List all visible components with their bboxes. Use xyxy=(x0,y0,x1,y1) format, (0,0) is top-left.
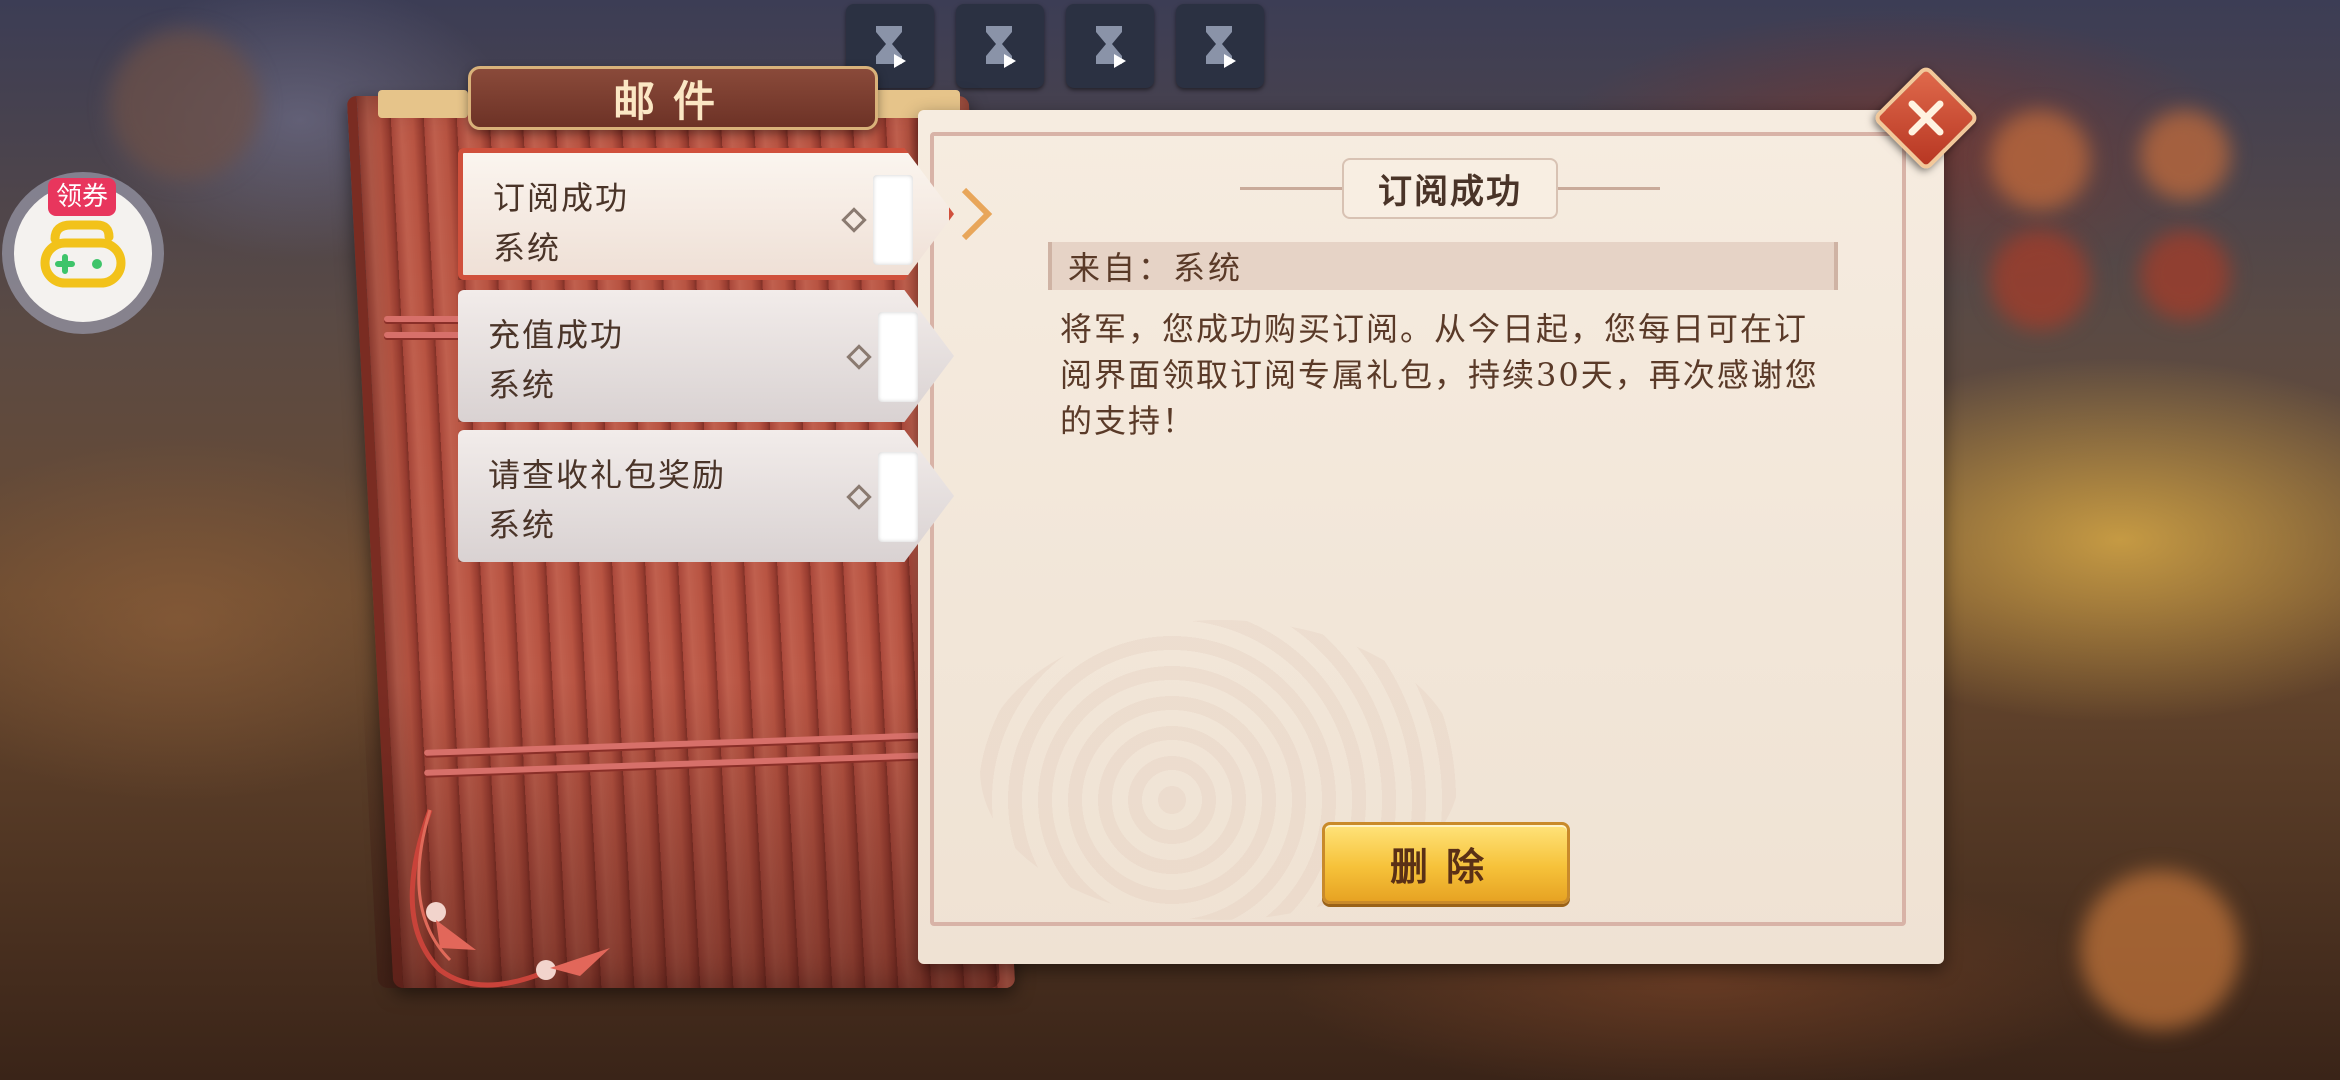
mail-item-title: 订阅成功 xyxy=(493,179,630,217)
title-banner-wing-left xyxy=(378,90,468,118)
background-blob xyxy=(1990,230,2090,330)
hourglass-play-icon xyxy=(1206,26,1236,68)
hourglass-play-icon xyxy=(986,26,1016,68)
gamepad-icon xyxy=(40,220,126,288)
mail-item[interactable]: 请查收礼包奖励 系统 xyxy=(458,430,954,562)
title-divider-left xyxy=(1240,187,1350,190)
window-title-banner: 邮件 xyxy=(468,66,878,130)
sender-bar: 来自：系统 xyxy=(1048,242,1838,290)
background-blob xyxy=(110,30,260,180)
background-blob xyxy=(1990,110,2090,210)
mail-item-title: 请查收礼包奖励 xyxy=(488,456,727,494)
hourglass-play-icon xyxy=(876,26,906,68)
hourglass-slot-4[interactable] xyxy=(1176,4,1264,88)
selected-arrow-icon xyxy=(961,187,993,241)
background-blob xyxy=(2140,110,2230,200)
mail-item-sender: 系统 xyxy=(493,229,562,267)
mail-item-sender: 系统 xyxy=(488,506,557,544)
mail-item-title: 充值成功 xyxy=(488,316,625,354)
mail-item-tab xyxy=(873,175,913,265)
knot-icon xyxy=(846,344,872,370)
coupon-tag-badge: 领券 xyxy=(48,178,117,216)
title-divider-right xyxy=(1550,187,1660,190)
scroll-tassel xyxy=(409,809,610,988)
mail-item-sender: 系统 xyxy=(488,366,557,404)
mail-item-tab xyxy=(878,312,918,402)
hourglass-slot-2[interactable] xyxy=(956,4,1044,88)
window-title: 邮件 xyxy=(612,76,733,126)
background-blob xyxy=(2080,870,2240,1030)
hourglass-slot-3[interactable] xyxy=(1066,4,1154,88)
mail-item-selected[interactable]: 订阅成功 系统 xyxy=(458,148,954,280)
knot-icon xyxy=(841,207,867,233)
sender-label: 来自：系统 xyxy=(1068,249,1244,287)
delete-button[interactable]: 删除 xyxy=(1322,822,1570,904)
mail-body-text: 将军，您成功购买订阅。从今日起，您每日可在订阅界面领取订阅专属礼包，持续30天，… xyxy=(1060,310,1819,440)
mail-item-tab xyxy=(878,452,918,542)
detail-title-wrap: 订阅成功 xyxy=(1240,157,1660,219)
detail-title: 订阅成功 xyxy=(1342,157,1558,219)
knot-icon xyxy=(846,484,872,510)
mail-item[interactable]: 充值成功 系统 xyxy=(458,290,954,422)
background-blob xyxy=(2140,230,2230,320)
hourglass-play-icon xyxy=(1096,26,1126,68)
close-x-icon[interactable] xyxy=(1888,80,1964,156)
